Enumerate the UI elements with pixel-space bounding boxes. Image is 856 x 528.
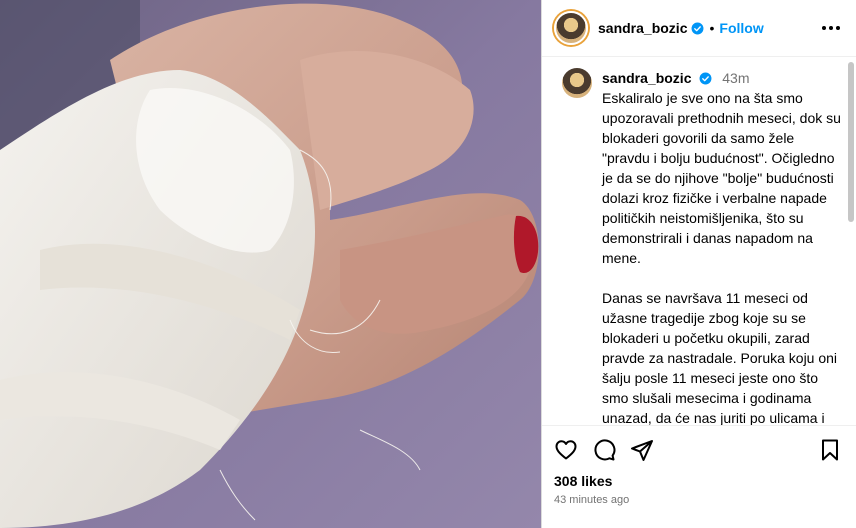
username[interactable]: sandra_bozic xyxy=(598,20,687,36)
post-timestamp: 43 minutes ago xyxy=(554,494,630,506)
caption-section[interactable]: sandra_bozic 43m Eskaliralo je sve ono n… xyxy=(542,58,856,425)
post-time: 43m xyxy=(722,70,750,86)
verified-icon xyxy=(692,22,704,34)
caption-scrollbar[interactable] xyxy=(848,62,854,222)
bandaged-hand-image xyxy=(0,0,541,528)
likes-count[interactable]: 308 likes xyxy=(554,473,842,489)
caption-text: Eskaliralo je sve ono na šta smo upozora… xyxy=(602,90,841,425)
separator-dot: • xyxy=(709,20,715,36)
verified-icon xyxy=(699,72,712,85)
follow-button[interactable]: Follow xyxy=(719,20,763,36)
share-icon[interactable] xyxy=(630,438,654,462)
more-icon[interactable] xyxy=(818,20,844,36)
bookmark-icon[interactable] xyxy=(818,438,842,462)
post-header: sandra_bozic • Follow xyxy=(542,0,856,57)
caption-avatar[interactable] xyxy=(562,68,592,98)
avatar[interactable] xyxy=(554,11,588,45)
action-bar: 308 likes 43 minutes ago xyxy=(542,425,856,528)
heart-icon[interactable] xyxy=(554,438,578,462)
post-photo xyxy=(0,0,541,528)
post-side-panel: sandra_bozic • Follow sandra_bozic 43m E… xyxy=(541,0,856,528)
comment-icon[interactable] xyxy=(592,438,616,462)
caption-username[interactable]: sandra_bozic xyxy=(602,70,691,86)
